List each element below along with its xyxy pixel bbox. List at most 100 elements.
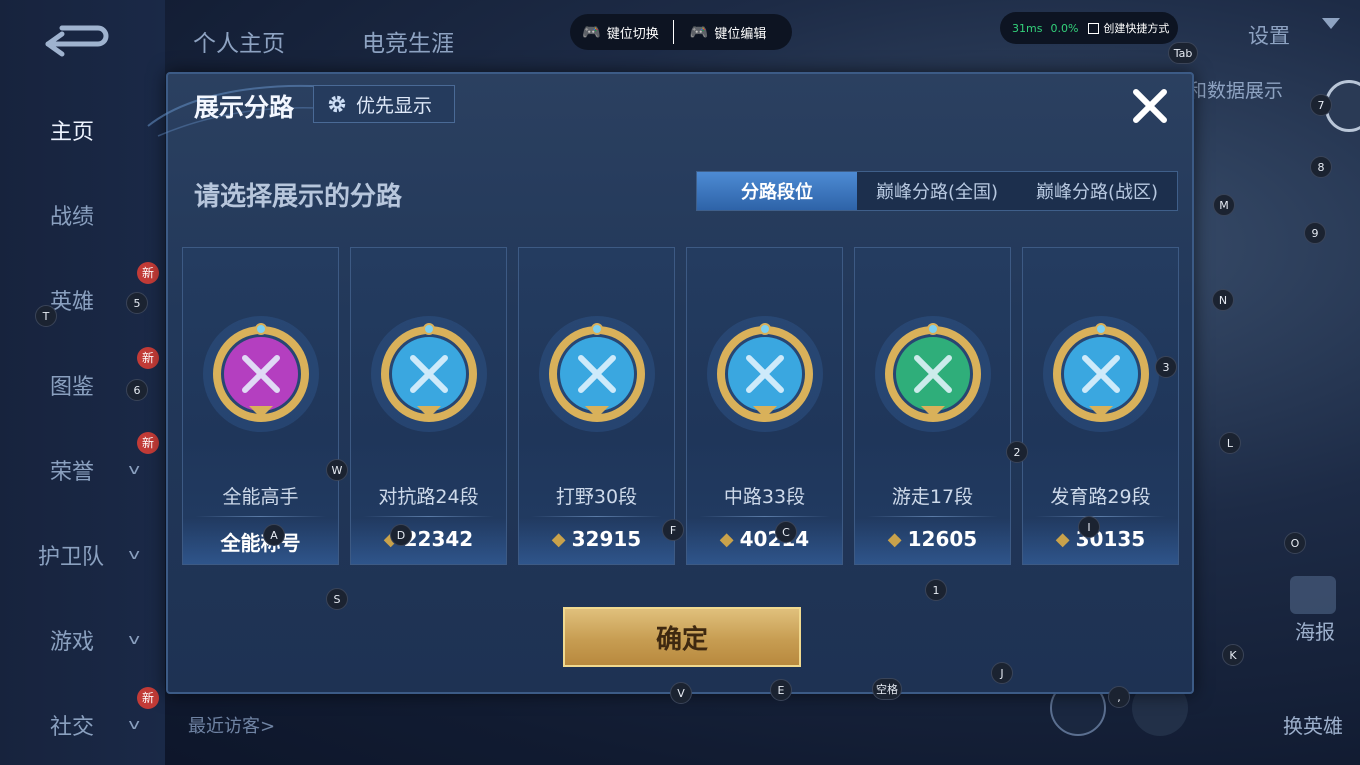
gamepad-icon: 🎮 [689,23,709,41]
lane-score: ◆ 30135 [1023,527,1178,551]
divider [531,516,662,517]
settings-button[interactable]: 设置 [1248,20,1290,50]
lane-score: ◆ 40214 [687,527,842,551]
priority-display-button[interactable]: 优先显示 [313,85,455,123]
key-marker: S [326,588,348,610]
loss-value: 0.0% [1050,21,1079,35]
divider [672,20,674,44]
key-marker: 3 [1155,356,1177,378]
divider [1035,516,1166,517]
key-marker: O [1284,532,1306,554]
confirm-label: 确定 [655,624,708,655]
tab-peak-region[interactable]: 巅峰分路(战区) [1017,172,1177,210]
key-marker: A [263,524,285,546]
dropdown-icon[interactable] [1322,18,1340,29]
sidebar-item-label: 游戏 [50,630,95,655]
lane-score: ◆ 32915 [519,527,674,551]
close-icon[interactable] [1128,84,1172,128]
tab-profile[interactable]: 个人主页 [193,24,285,58]
score-value: 12605 [907,527,978,551]
lane-name: 游走17段 [891,486,974,508]
key-marker: I [1078,516,1100,538]
rank-chevron-icon: ◆ [719,528,734,550]
rank-chevron-icon: ◆ [887,528,902,550]
key-marker: 7 [1310,94,1332,116]
lane-name: 打野30段 [555,486,638,508]
lane-card[interactable]: 全能高手 全能称号 [182,247,339,565]
lane-name: 全能高手 [222,486,299,508]
divider [195,516,326,517]
poster-button[interactable]: 海报 [1295,616,1335,645]
sidebar-item-label: 战绩 [50,205,95,230]
key-switch-button[interactable]: 键位切换 [607,23,659,42]
shortcut-icon [1088,22,1100,34]
key-mapping-toolbar: 🎮 键位切换 🎮 键位编辑 [570,14,792,50]
lane-name: 对抗路24段 [378,486,479,508]
sidebar-item-guard[interactable]: 护卫队 v [0,525,165,585]
key-marker: N [1212,289,1234,311]
sidebar-item-game[interactable]: 游戏 v [0,610,165,670]
lane-name: 中路33段 [723,486,806,508]
key-marker: 8 [1310,156,1332,178]
lane-card[interactable]: 游走17段 ◆ 12605 [854,247,1011,565]
gamepad-icon: 🎮 [582,23,601,41]
key-marker: 6 [126,379,148,401]
key-marker: W [326,459,348,481]
mid-lane-emblem-icon [707,316,823,432]
new-badge: 新 [137,432,159,454]
score-value: 22342 [403,527,474,551]
create-shortcut-button[interactable]: 创建快捷方式 [1103,20,1169,36]
dialog-header: 展示分路 优先显示 [147,74,1192,137]
divider [699,516,830,517]
lane-card[interactable]: 打野30段 ◆ 32915 [518,247,675,565]
lane-card[interactable]: 对抗路24段 ◆22342 [350,247,507,565]
key-marker: T [35,305,57,327]
tab-peak-national[interactable]: 巅峰分路(全国) [857,172,1017,210]
divider [363,516,494,517]
jungle-emblem-icon [539,316,655,432]
key-marker: 1 [925,579,947,601]
lane-card[interactable]: 发育路29段 ◆ 30135 [1022,247,1179,565]
score-value: 32915 [571,527,642,551]
rank-chevron-icon: ◆ [1055,528,1070,550]
poster-icon [1290,576,1336,614]
roam-emblem-icon [875,316,991,432]
divider [867,516,998,517]
recent-visitors-link[interactable]: 最近访客> [188,712,275,738]
key-marker: F [662,519,684,541]
background-text: 和数据展示 [1188,80,1284,102]
key-marker: E [770,679,792,701]
ping-value: 31ms [1012,21,1043,35]
lane-name: 发育路29段 [1050,486,1151,508]
back-arrow-icon[interactable] [40,22,110,58]
lane-display-dialog: 展示分路 优先显示 请选择展示的分路 分路段位 巅峰分路(全国) 巅峰分路(战区… [147,72,1194,694]
chevron-down-icon: v [128,462,140,478]
key-edit-button[interactable]: 键位编辑 [714,23,766,42]
lane-card[interactable]: 中路33段 ◆ 40214 [686,247,843,565]
sidebar-item-honor[interactable]: 荣誉 新 v [0,432,165,500]
key-marker: 空格 [872,678,902,700]
rank-chevron-icon: ◆ [551,528,566,550]
sidebar-item-label: 社交 [50,715,95,740]
tab-lane-rank[interactable]: 分路段位 [697,172,857,210]
key-marker: D [390,524,412,546]
sidebar-item-record[interactable]: 战绩 [0,185,165,245]
sidebar-item-label: 英雄 [50,290,95,315]
tab-esports[interactable]: 电竞生涯 [362,24,454,58]
lane-score: ◆ 12605 [855,527,1010,551]
sidebar-item-label: 主页 [50,120,95,145]
key-marker: 2 [1006,441,1028,463]
change-hero-button[interactable]: 换英雄 [1283,710,1343,739]
allround-emblem-icon [203,316,319,432]
key-marker: 9 [1304,222,1326,244]
confirm-button[interactable]: 确定 [563,607,801,667]
sidebar-item-social[interactable]: 社交 新 v [0,687,165,755]
chevron-down-icon: v [128,717,140,733]
new-badge: 新 [137,262,159,284]
lane-score: ◆22342 [351,527,506,551]
key-marker: K [1222,644,1244,666]
new-badge: 新 [137,347,159,369]
key-marker: L [1219,432,1241,454]
key-marker: M [1213,194,1235,216]
sidebar-item-label: 护卫队 [38,545,105,570]
